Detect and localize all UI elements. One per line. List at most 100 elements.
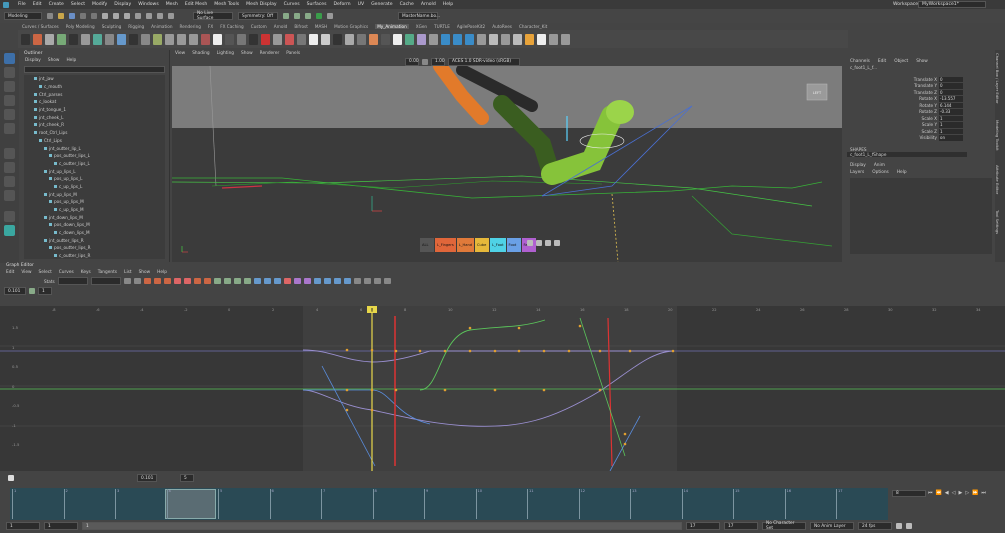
ge-menu-tangents[interactable]: Tangents [98, 270, 117, 275]
anim-layer-dropdown[interactable]: No Anim Layer [810, 522, 854, 530]
layout-four-icon[interactable] [4, 162, 15, 173]
render-frame-icon[interactable] [283, 13, 289, 19]
tab-custom[interactable]: Custom [251, 24, 267, 29]
viewport-menu-renderer[interactable]: Renderer [260, 51, 280, 56]
shelf-tool-icon[interactable] [417, 33, 426, 45]
render-view-icon[interactable] [327, 13, 333, 19]
channel-value[interactable]: -0.33 [939, 109, 963, 115]
paint-select-icon[interactable] [4, 81, 15, 92]
layout-single-icon[interactable] [4, 148, 15, 159]
tab-fx-caching[interactable]: FX Caching [220, 24, 244, 29]
shelf-tool-icon[interactable] [513, 33, 522, 45]
channel-menu-channels[interactable]: Channels [850, 59, 870, 64]
channel-value[interactable]: 0 [939, 89, 963, 95]
channel-node-name[interactable]: c_foot1_L_f... [847, 65, 995, 72]
graph-tool-icon[interactable] [163, 278, 171, 284]
menu-arnold[interactable]: Arnold [421, 2, 436, 7]
menu-display[interactable]: Display [114, 2, 131, 7]
menu-mesh-tools[interactable]: Mesh Tools [214, 2, 239, 7]
side-tab-attribute-editor[interactable]: Attribute Editor [995, 165, 1000, 210]
go-to-start-icon[interactable]: ⏮ [928, 490, 933, 496]
menu-mesh-display[interactable]: Mesh Display [246, 2, 277, 7]
graph-tool-icon[interactable] [353, 278, 361, 284]
menu-edit-mesh[interactable]: Edit Mesh [185, 2, 207, 7]
graph-tool-icon[interactable] [173, 278, 181, 284]
graph-tool-icon[interactable] [143, 278, 151, 284]
tab-fx[interactable]: FX [208, 24, 213, 29]
graph-tool-icon[interactable] [123, 278, 131, 284]
shape-node[interactable]: c_foot1_L_fShape [847, 152, 967, 157]
select-tool-icon[interactable] [4, 53, 15, 64]
tab-mash[interactable]: MASH [315, 24, 327, 29]
channel-value[interactable]: 0 [939, 83, 963, 89]
side-tab-modeling-toolkit[interactable]: Modeling Toolkit [995, 120, 1000, 165]
gamma-field[interactable]: 1.00 [431, 57, 445, 66]
tab-rendering[interactable]: Rendering [180, 24, 201, 29]
selection-set-chip[interactable]: L_Hand [456, 238, 474, 252]
exposure-field[interactable]: 0.00 [405, 57, 419, 66]
curve-graph[interactable]: 8 [0, 306, 1005, 471]
value-field[interactable]: 1 [38, 287, 52, 295]
shelf-tool-icon[interactable] [93, 33, 102, 45]
tab-rigging[interactable]: Rigging [128, 24, 144, 29]
side-tab-channel-box[interactable]: Channel Box / Layer Editor [995, 50, 1000, 120]
step-forward-key-icon[interactable]: ⏩ [972, 490, 978, 496]
viewport-scene[interactable]: LEFT [172, 66, 842, 262]
outliner-item[interactable]: c_mouth [24, 83, 165, 91]
menu-deform[interactable]: Deform [334, 2, 351, 7]
step-back-icon[interactable]: ◀ [945, 490, 949, 496]
graph-tool-icon[interactable] [253, 278, 261, 284]
new-scene-icon[interactable] [47, 13, 53, 19]
outliner-item[interactable]: pos_outter_lips_L [24, 152, 165, 160]
live-surface-field[interactable]: No Live Surface [193, 11, 233, 21]
channel-value[interactable]: 1 [939, 128, 963, 134]
time-slider-current-range[interactable] [165, 489, 216, 519]
graph-tool-icon[interactable] [213, 278, 221, 284]
selection-set-chip[interactable]: L_Fingers [435, 238, 456, 252]
outliner-item[interactable]: c_outter_lips_R [24, 252, 165, 259]
shelf-tool-icon[interactable] [117, 33, 126, 45]
ge-menu-help[interactable]: Help [157, 270, 167, 275]
layer-tab-anim[interactable]: Anim [874, 163, 885, 168]
workspace-dropdown[interactable]: MyWorkspace1* [918, 0, 986, 8]
channel-value[interactable]: 6.144 [939, 102, 963, 108]
tab-bifrost[interactable]: Bifrost [294, 24, 308, 29]
shelf-tool-icon[interactable] [489, 33, 498, 45]
shelf-tool-icon[interactable] [333, 33, 342, 45]
selection-set-chip[interactable]: Cube [475, 238, 489, 252]
outliner-item[interactable]: jnt_jaw [24, 75, 165, 83]
viewport-menu-show[interactable]: Show [241, 51, 253, 56]
layer-menu-layers[interactable]: Layers [850, 170, 864, 175]
outliner-item[interactable]: jnt_up_lips_M [24, 190, 165, 198]
viewport-menu-shading[interactable]: Shading [192, 51, 209, 56]
channel-menu-edit[interactable]: Edit [878, 59, 886, 64]
outliner-search-input[interactable] [24, 66, 165, 73]
render-settings-icon[interactable] [305, 13, 311, 19]
menu-generate[interactable]: Generate [371, 2, 392, 7]
outliner-item[interactable]: pos_outter_lips_R [24, 244, 165, 252]
outliner-item[interactable]: jnt_outter_lips_R [24, 236, 165, 244]
graph-tool-icon[interactable] [363, 278, 371, 284]
menu-create[interactable]: Create [49, 2, 64, 7]
select-object-icon[interactable] [113, 13, 119, 19]
shelf-tool-icon[interactable] [309, 33, 318, 45]
shelf-tool-icon[interactable] [33, 33, 42, 45]
move-tool-icon[interactable] [4, 95, 15, 106]
shelf-tool-icon[interactable] [81, 33, 90, 45]
end-frame-field[interactable]: 17 [724, 522, 758, 530]
tab-turtle[interactable]: TURTLE [434, 24, 450, 29]
layer-menu-options[interactable]: Options [872, 170, 889, 175]
save-scene-icon[interactable] [69, 13, 75, 19]
shelf-tool-icon[interactable] [453, 33, 462, 45]
graph-tool-icon[interactable] [233, 278, 241, 284]
undo-icon[interactable] [80, 13, 86, 19]
graph-tool-icon[interactable] [153, 278, 161, 284]
channel-menu-show[interactable]: Show [916, 59, 928, 64]
graph-tool-icon[interactable] [193, 278, 201, 284]
menu-uv[interactable]: UV [358, 2, 365, 7]
range-end-field[interactable]: 17 [686, 522, 720, 530]
shelf-tool-icon[interactable] [153, 33, 162, 45]
camera-dropdown[interactable]: MasterName.bo... [398, 12, 440, 20]
shelf-tool-icon[interactable] [369, 33, 378, 45]
select-component-icon[interactable] [124, 13, 130, 19]
